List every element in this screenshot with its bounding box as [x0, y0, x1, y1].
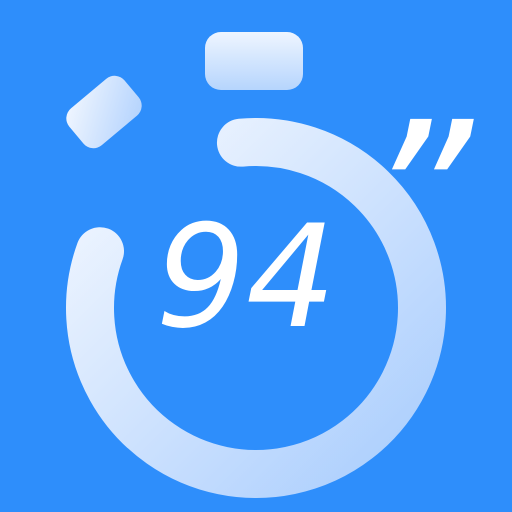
stopwatch-graphic: 94 ”	[66, 32, 475, 498]
side-button	[66, 75, 142, 149]
seconds-mark: ”	[364, 77, 475, 322]
crown-button	[205, 32, 303, 90]
stopwatch-app-icon: 94 ”	[0, 0, 512, 512]
timer-value: 94	[156, 195, 337, 360]
